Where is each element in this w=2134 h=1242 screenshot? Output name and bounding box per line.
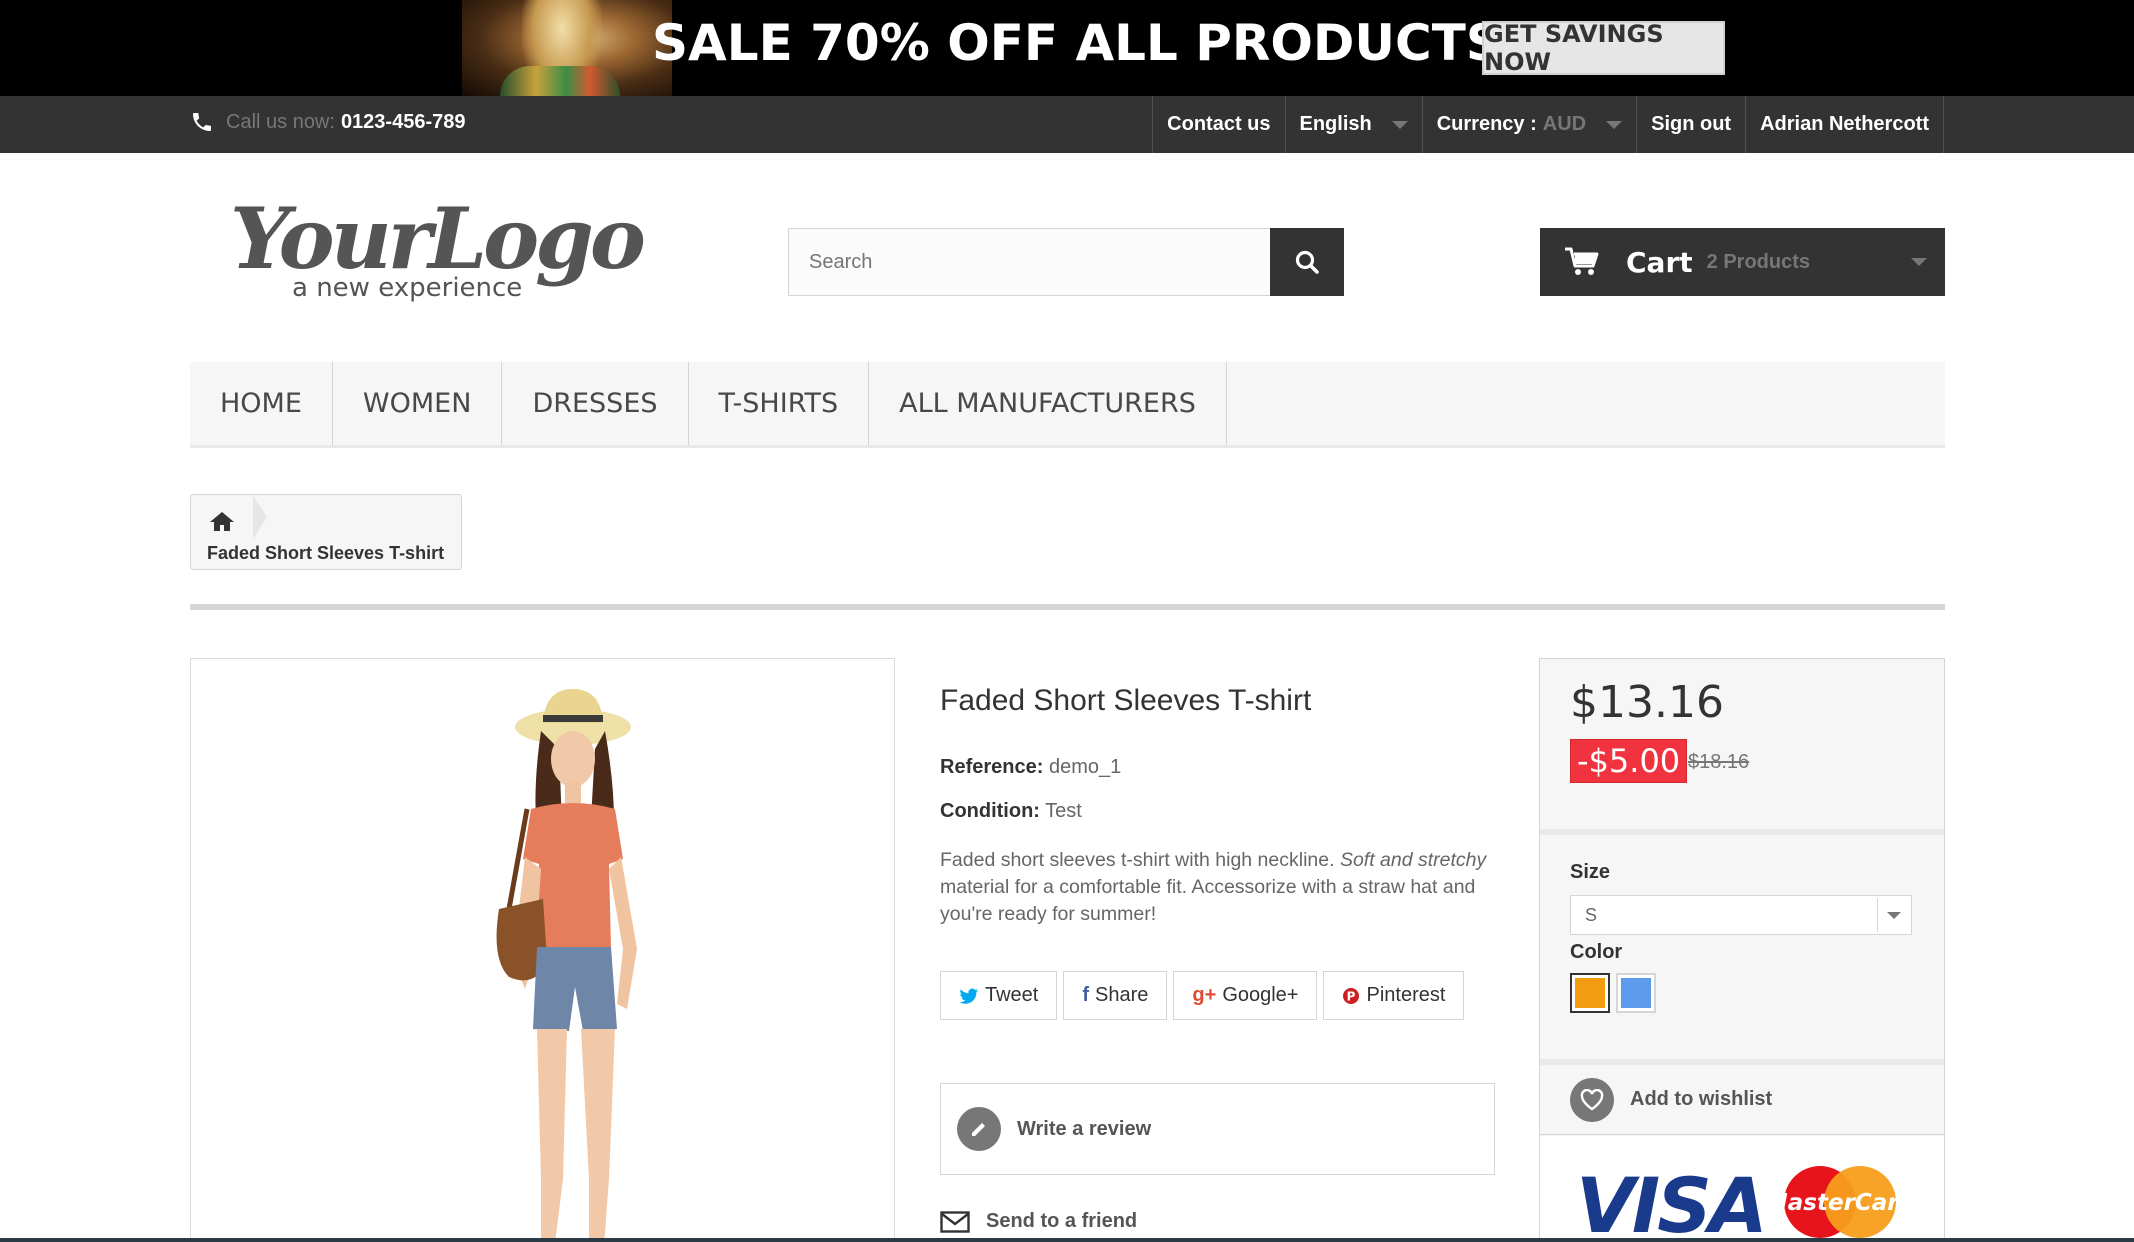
currency-label: Currency : xyxy=(1436,113,1537,135)
section-divider xyxy=(1540,829,1944,835)
shopping-cart-icon xyxy=(1565,247,1599,275)
cart-label: Cart xyxy=(1626,245,1693,279)
tweet-button[interactable]: Tweet xyxy=(940,971,1058,1020)
facebook-share-button[interactable]: f Share xyxy=(1063,971,1168,1020)
size-value: S xyxy=(1585,904,1598,925)
old-price: $18.16 xyxy=(1688,751,1750,773)
breadcrumb-separator xyxy=(253,495,267,539)
top-links: Contact us English Currency : AUD Sign o… xyxy=(1152,96,1944,153)
facebook-icon: f xyxy=(1082,984,1090,1006)
googleplus-label: Google+ xyxy=(1222,984,1299,1006)
sign-out-link[interactable]: Sign out xyxy=(1636,96,1745,153)
googleplus-icon: g+ xyxy=(1192,984,1217,1006)
currency-value: AUD xyxy=(1542,113,1587,135)
size-label: Size xyxy=(1570,861,1611,883)
main-menu: HOME WOMEN DRESSES T-SHIRTS ALL MANUFACT… xyxy=(190,362,1945,448)
get-savings-button[interactable]: GET SAVINGS NOW xyxy=(1482,20,1725,76)
share-label: Share xyxy=(1095,984,1149,1006)
svg-text:P: P xyxy=(1347,989,1356,1003)
pinterest-button[interactable]: P Pinterest xyxy=(1323,971,1465,1020)
discount-badge: -$5.00 xyxy=(1570,739,1688,783)
banner-headline: SALE 70% OFF ALL PRODUCTS xyxy=(652,14,1502,72)
product-price: $13.16 xyxy=(1570,677,1724,728)
color-swatch-orange[interactable] xyxy=(1570,973,1610,1013)
search-icon xyxy=(1295,250,1319,274)
breadcrumb-home-link[interactable] xyxy=(209,503,257,539)
account-link[interactable]: Adrian Nethercott xyxy=(1745,96,1944,153)
menu-item-home[interactable]: HOME xyxy=(190,362,333,445)
wishlist-label: Add to wishlist xyxy=(1630,1088,1773,1110)
menu-item-tshirts[interactable]: T-SHIRTS xyxy=(689,362,870,445)
product-title: Faded Short Sleeves T-shirt xyxy=(940,684,1312,717)
color-swatches xyxy=(1570,973,1656,1013)
chevron-down-icon xyxy=(1911,258,1927,266)
twitter-icon xyxy=(959,988,978,1004)
breadcrumb: Faded Short Sleeves T-shirt xyxy=(190,494,462,570)
page-bottom-edge xyxy=(0,1238,2134,1242)
store-logo[interactable]: YourLogo a new experience xyxy=(230,188,650,308)
write-review-label: Write a review xyxy=(1017,1117,1152,1140)
search-field[interactable] xyxy=(788,228,1271,296)
product-image[interactable] xyxy=(190,658,895,1242)
size-select[interactable]: S xyxy=(1570,895,1912,935)
cart-count: 2 Products xyxy=(1706,250,1810,273)
visa-logo: VISA xyxy=(1576,1161,1765,1242)
add-to-wishlist-button[interactable]: Add to wishlist xyxy=(1540,1065,1944,1135)
pinterest-label: Pinterest xyxy=(1366,984,1446,1006)
promo-banner[interactable]: SALE 70% OFF ALL PRODUCTS GET SAVINGS NO… xyxy=(0,0,2134,96)
phone-number: 0123-456-789 xyxy=(340,110,466,133)
payment-cards: VISA MasterCard xyxy=(1540,1136,1944,1242)
language-label: English xyxy=(1299,113,1372,135)
logo-tagline: a new experience xyxy=(292,273,522,303)
cart-button[interactable]: Cart 2 Products xyxy=(1540,228,1945,296)
condition-label: Condition: xyxy=(940,800,1040,822)
color-swatch-blue[interactable] xyxy=(1616,973,1656,1013)
contact-us-label: Contact us xyxy=(1167,113,1271,135)
user-name: Adrian Nethercott xyxy=(1760,113,1929,135)
section-divider xyxy=(190,604,1945,610)
currency-selector[interactable]: Currency : AUD xyxy=(1421,96,1636,153)
contact-us-link[interactable]: Contact us xyxy=(1152,96,1284,153)
desc-italic: Soft and stretchy xyxy=(1339,849,1487,871)
social-share-buttons: Tweet f Share g+ Google+ P Pinterest xyxy=(940,971,1465,1020)
sign-out-label: Sign out xyxy=(1651,113,1732,135)
phone-info: Call us now: 0123-456-789 xyxy=(190,110,466,134)
product-reference: Reference: demo_1 xyxy=(940,756,1121,779)
reference-label: Reference: xyxy=(940,756,1044,778)
send-to-friend-link[interactable]: Send to a friend xyxy=(940,1210,1137,1233)
write-review-button[interactable]: Write a review xyxy=(940,1083,1495,1175)
home-icon xyxy=(210,512,234,531)
pinterest-icon: P xyxy=(1343,987,1360,1004)
desc-part1: Faded short sleeves t-shirt with high ne… xyxy=(940,849,1340,871)
menu-item-dresses[interactable]: DRESSES xyxy=(502,362,689,445)
search-button[interactable] xyxy=(1270,228,1344,296)
menu-item-women[interactable]: WOMEN xyxy=(333,362,503,445)
condition-value: Test xyxy=(1045,800,1082,822)
phone-prefix: Call us now: xyxy=(226,110,335,133)
banner-model-photo xyxy=(462,0,672,96)
mastercard-logo: MasterCard xyxy=(1765,1190,1916,1216)
language-selector[interactable]: English xyxy=(1284,96,1422,153)
top-nav-bar: Call us now: 0123-456-789 Contact us Eng… xyxy=(0,96,2134,153)
envelope-icon xyxy=(940,1210,970,1233)
send-to-friend-label: Send to a friend xyxy=(986,1210,1138,1232)
search-input[interactable] xyxy=(789,229,1270,295)
reference-value: demo_1 xyxy=(1048,756,1122,778)
product-description: Faded short sleeves t-shirt with high ne… xyxy=(940,847,1500,928)
breadcrumb-current: Faded Short Sleeves T-shirt xyxy=(207,543,445,563)
desc-part2: material for a comfortable fit. Accessor… xyxy=(940,876,1476,925)
googleplus-button[interactable]: g+ Google+ xyxy=(1173,971,1318,1020)
chevron-down-icon xyxy=(1391,120,1408,129)
product-condition: Condition: Test xyxy=(940,800,1082,823)
menu-item-all-manufacturers[interactable]: ALL MANUFACTURERS xyxy=(869,362,1227,445)
pencil-icon xyxy=(957,1107,1001,1151)
buy-box: $13.16 -$5.00 $18.16 Size S Color Add to… xyxy=(1539,658,1945,1242)
color-label: Color xyxy=(1570,941,1623,963)
chevron-down-icon xyxy=(1606,120,1623,129)
phone-icon xyxy=(193,113,211,131)
tweet-label: Tweet xyxy=(985,984,1039,1006)
heart-icon xyxy=(1570,1077,1614,1122)
chevron-down-icon xyxy=(1877,898,1909,932)
